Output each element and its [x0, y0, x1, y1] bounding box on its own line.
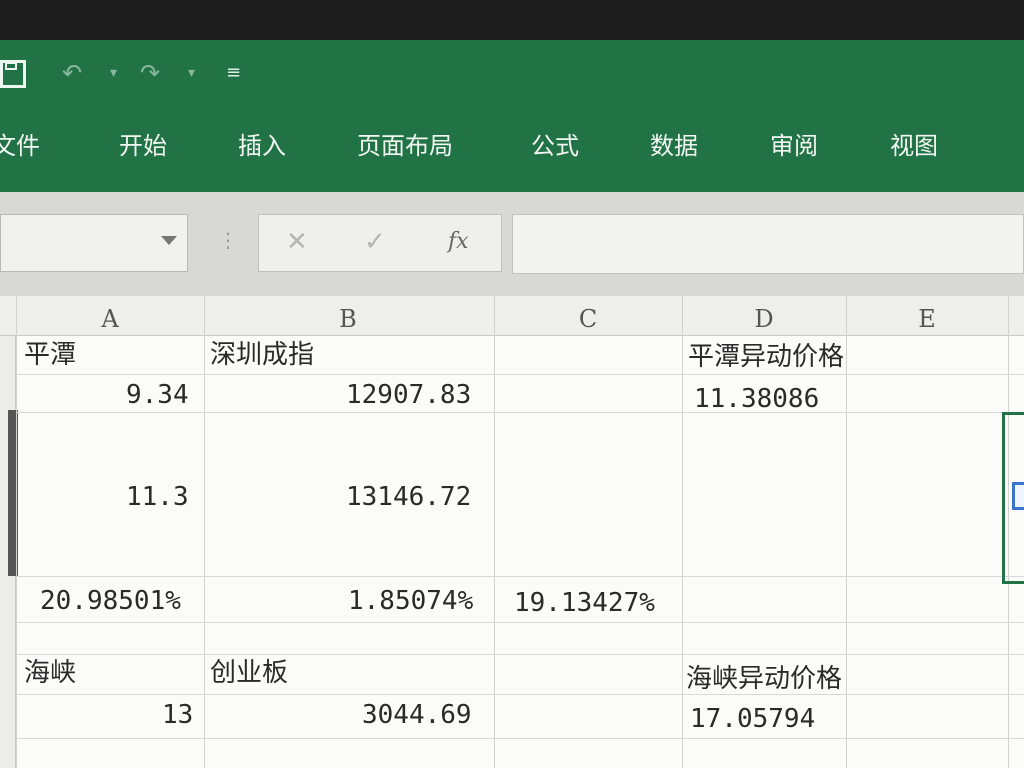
tab-file[interactable]: 文件 — [0, 122, 40, 170]
column-header-d[interactable]: D — [746, 304, 782, 334]
column-header-c[interactable]: C — [570, 304, 606, 334]
name-box[interactable] — [0, 214, 188, 272]
cell-a6[interactable]: 海峡 — [24, 656, 76, 690]
insert-function-icon[interactable]: fx — [448, 226, 469, 258]
cell-b4[interactable]: 1.85074% — [348, 584, 473, 618]
cell-a4[interactable]: 20.98501% — [40, 584, 181, 618]
tab-page-layout[interactable]: 页面布局 — [357, 122, 453, 170]
customize-quick-access-icon[interactable]: ≡ — [226, 48, 241, 98]
cell-a3[interactable]: 11.3 — [126, 480, 189, 514]
column-divider — [16, 296, 17, 768]
cell-c4[interactable]: 19.13427% — [514, 586, 655, 620]
row-divider — [16, 374, 1024, 375]
column-divider — [846, 296, 847, 768]
column-header-a[interactable]: A — [92, 304, 128, 334]
row-divider — [16, 576, 1024, 577]
tab-view[interactable]: 视图 — [890, 122, 938, 170]
selection-handle-icon[interactable] — [1012, 482, 1024, 510]
column-divider — [494, 296, 495, 768]
cell-d7[interactable]: 17.05794 — [690, 702, 815, 736]
formula-bar[interactable] — [512, 214, 1024, 274]
cell-b7[interactable]: 3044.69 — [362, 698, 472, 732]
screen-top-bezel — [0, 0, 1024, 40]
cell-a2[interactable]: 9.34 — [126, 378, 189, 412]
cell-a7[interactable]: 13 — [162, 698, 193, 732]
column-header-row — [0, 296, 1024, 336]
worksheet-grid[interactable] — [0, 296, 1024, 768]
cell-b6[interactable]: 创业板 — [210, 656, 288, 690]
cell-d6[interactable]: 海峡异动价格 — [686, 662, 842, 696]
tab-formulas[interactable]: 公式 — [531, 122, 579, 170]
row-divider — [16, 654, 1024, 655]
undo-dropdown-icon[interactable]: ▾ — [110, 48, 117, 98]
row-divider — [16, 738, 1024, 739]
column-divider — [682, 296, 683, 768]
row-divider — [16, 622, 1024, 623]
column-divider — [204, 296, 205, 768]
enter-icon[interactable]: ✓ — [364, 226, 386, 258]
formula-separator-icon: ⋮ — [218, 228, 238, 252]
quick-access-toolbar: ↶ ▾ ↷ ▾ ≡ — [0, 48, 1024, 98]
cell-d1[interactable]: 平潭异动价格 — [688, 340, 844, 374]
name-box-dropdown-icon[interactable] — [161, 236, 177, 245]
cell-b2[interactable]: 12907.83 — [346, 378, 471, 412]
redo-dropdown-icon[interactable]: ▾ — [188, 48, 195, 98]
cell-a1[interactable]: 平潭 — [24, 338, 76, 372]
save-icon-slot — [5, 62, 17, 70]
cancel-icon[interactable]: ✕ — [286, 226, 308, 258]
tab-insert[interactable]: 插入 — [238, 122, 286, 170]
column-header-e[interactable]: E — [909, 304, 945, 334]
undo-icon[interactable]: ↶ — [62, 48, 82, 98]
cell-b1[interactable]: 深圳成指 — [210, 338, 314, 372]
tab-review[interactable]: 审阅 — [770, 122, 818, 170]
save-icon[interactable] — [0, 56, 32, 90]
ribbon-tabs: 文件 开始 插入 页面布局 公式 数据 审阅 视图 — [0, 122, 1024, 278]
row-divider — [16, 412, 1024, 413]
row-divider — [16, 694, 1024, 695]
cell-b3[interactable]: 13146.72 — [346, 480, 471, 514]
column-header-b[interactable]: B — [330, 304, 366, 334]
tab-data[interactable]: 数据 — [650, 122, 698, 170]
redo-icon[interactable]: ↷ — [140, 48, 160, 98]
tab-home[interactable]: 开始 — [119, 122, 167, 170]
cell-d2[interactable]: 11.38086 — [694, 382, 819, 416]
